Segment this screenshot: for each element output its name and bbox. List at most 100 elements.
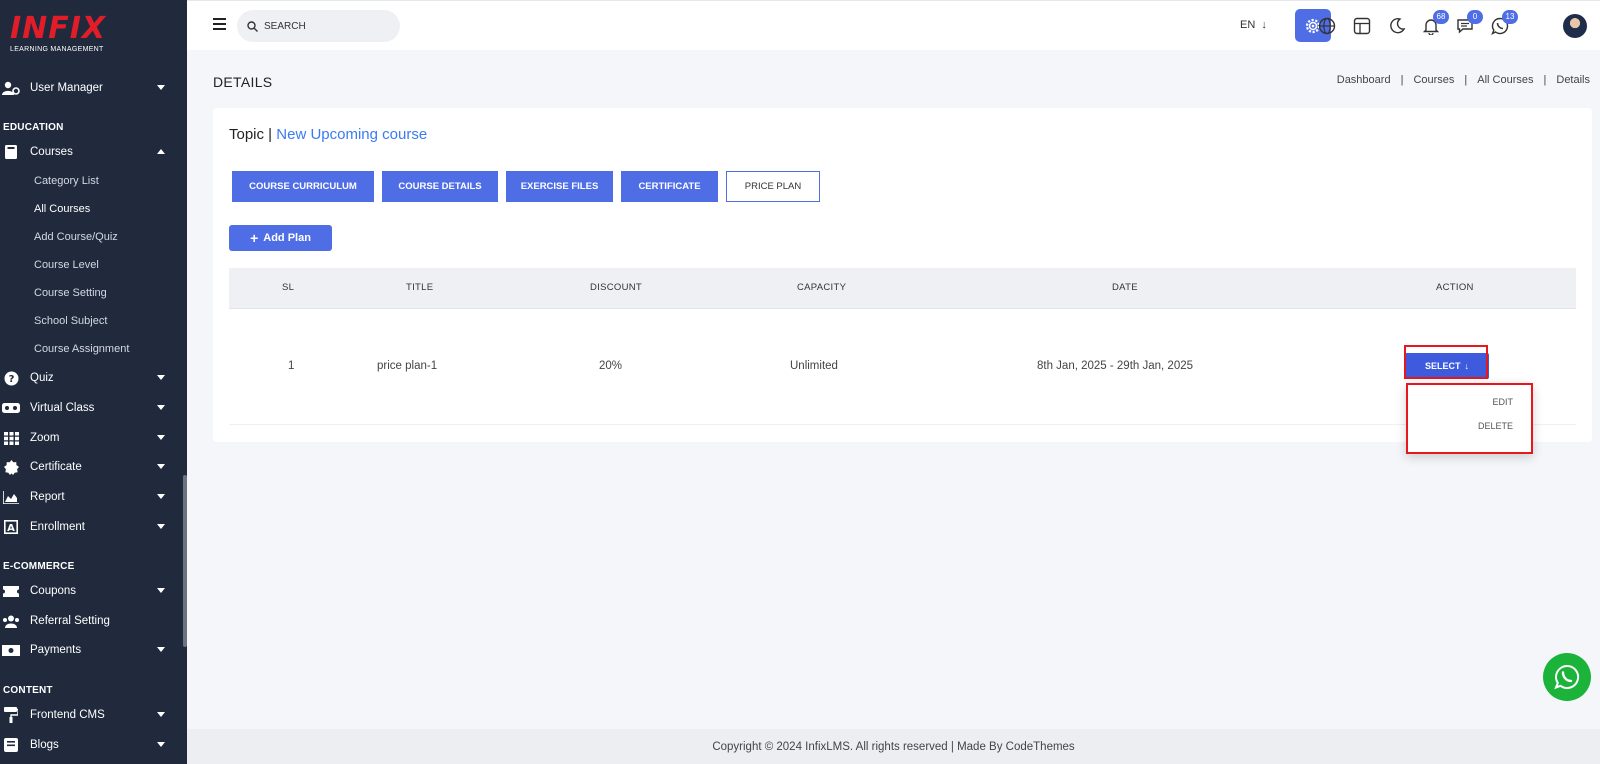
chevron-down-icon [157,435,165,440]
money-bill-icon [2,642,20,658]
select-highlight [1404,345,1488,379]
sidebar-scrollbar[interactable] [183,475,187,647]
sidebar-subitem-school-subject[interactable]: School Subject [34,315,107,327]
chevron-down-icon [157,712,165,717]
sidebar-item-label: Virtual Class [30,402,95,414]
globe-icon [1318,17,1336,35]
language-selector[interactable]: EN ↓ [1240,19,1267,31]
column-header-title[interactable]: TITLE [406,282,433,293]
sidebar-item-label: Quiz [30,372,54,384]
chevron-down-icon [157,375,165,380]
messages-button[interactable]: 0 [1455,10,1483,36]
user-gear-icon [2,80,20,96]
sidebar-item-label: Certificate [30,461,82,473]
menu-item-edit[interactable]: EDIT [1492,397,1513,407]
language-label: EN [1240,19,1256,31]
sidebar-subitem-add-course-quiz[interactable]: Add Course/Quiz [34,231,118,243]
breadcrumb-dashboard[interactable]: Dashboard [1337,74,1391,86]
dark-mode-button[interactable] [1387,16,1407,36]
globe-button[interactable] [1317,16,1337,36]
footer-copyright: Copyright © 2024 InfixLMS. All rights re… [712,740,1075,753]
sidebar-item-label: Payments [30,644,82,656]
sidebar-item-user-manager[interactable]: User Manager [0,74,183,102]
breadcrumb-separator: | [1543,74,1547,86]
chevron-down-icon [157,405,165,410]
tab-course-curriculum[interactable]: COURSE CURRICULUM [232,171,374,202]
sidebar-item-label: Blogs [30,739,59,751]
row-divider [229,424,1576,425]
ticket-icon [2,583,20,599]
tab-certificate[interactable]: CERTIFICATE [621,171,718,202]
sidebar-item-label: Coupons [30,585,77,597]
chevron-down-icon [157,494,165,499]
sidebar-item-coupons[interactable]: Coupons [0,577,183,605]
tab-exercise-files[interactable]: EXERCISE FILES [506,171,613,202]
avatar[interactable] [1563,14,1587,38]
tab-price-plan[interactable]: PRICE PLAN [726,171,820,202]
tab-course-details[interactable]: COURSE DETAILS [382,171,498,202]
sidebar-item-report[interactable]: Report [0,483,183,511]
chevron-down-icon [157,588,165,593]
sidebar-item-enrollment[interactable]: A Enrollment [0,513,183,541]
sidebar-subitem-course-assignment[interactable]: Course Assignment [34,343,129,355]
chevron-down-icon [157,85,165,90]
page-title: DETAILS [213,74,273,90]
breadcrumb-all-courses[interactable]: All Courses [1477,74,1533,86]
book-icon [2,144,20,160]
breadcrumb-courses[interactable]: Courses [1413,74,1454,86]
logo-text: INFIX [10,11,107,46]
sidebar-item-quiz[interactable]: ? Quiz [0,364,183,392]
sidebar-item-zoom[interactable]: Zoom [0,424,183,452]
chevron-up-icon [157,149,165,154]
sidebar-subitem-all-courses[interactable]: All Courses [34,203,90,215]
cell-capacity: Unlimited [790,360,838,372]
column-header-discount[interactable]: DISCOUNT [590,282,642,293]
sidebar-item-label: Enrollment [30,521,85,533]
column-header-date[interactable]: DATE [1112,282,1138,293]
breadcrumb: Dashboard | Courses | All Courses | Deta… [1337,74,1590,86]
chevron-down-icon [157,524,165,529]
chevron-down-icon [157,742,165,747]
message-count-badge: 0 [1467,10,1483,24]
question-circle-icon: ? [2,370,20,386]
add-plan-button[interactable]: + Add Plan [229,225,332,251]
cell-date: 8th Jan, 2025 - 29th Jan, 2025 [1037,360,1194,372]
sidebar-item-frontend-cms[interactable]: Frontend CMS [0,701,183,729]
arrow-down-icon: ↓ [1258,19,1267,31]
sidebar-section-education: EDUCATION [3,122,64,133]
blog-icon [2,737,20,753]
whatsapp-top-button[interactable]: 13 [1490,10,1518,36]
search-input[interactable] [264,20,384,32]
column-header-capacity[interactable]: CAPACITY [797,282,846,293]
notifications-button[interactable]: 68 [1421,10,1449,36]
sidebar-item-referral-setting[interactable]: Referral Setting [0,607,183,635]
sidebar-item-payments[interactable]: Payments [0,636,183,664]
certificate-badge-icon [2,459,20,475]
topic-course-link[interactable]: New Upcoming course [276,126,427,143]
whatsapp-chat-button[interactable] [1543,653,1591,701]
hamburger-menu-icon[interactable] [213,18,226,33]
layout-button[interactable] [1352,16,1372,36]
sidebar-subitem-course-setting[interactable]: Course Setting [34,287,107,299]
sidebar-subitem-course-level[interactable]: Course Level [34,259,99,271]
menu-item-delete[interactable]: DELETE [1478,421,1513,431]
breadcrumb-separator: | [1464,74,1468,86]
logo-tagline: LEARNING MANAGEMENT [10,46,104,53]
sidebar-item-certificate[interactable]: Certificate [0,453,183,481]
sidebar-item-virtual-class[interactable]: Virtual Class [0,394,183,422]
sidebar: INFIX LEARNING MANAGEMENT User Manager E… [0,0,187,764]
column-header-sl[interactable]: SL [282,282,294,293]
cell-title: price plan-1 [377,360,438,372]
sidebar-item-label: Courses [30,146,73,158]
area-chart-icon [2,489,20,505]
moon-icon [1390,17,1406,34]
sidebar-item-label: Referral Setting [30,615,110,627]
logo[interactable]: INFIX LEARNING MANAGEMENT [10,11,107,54]
sidebar-item-blogs[interactable]: Blogs [0,731,183,759]
sidebar-subitem-category-list[interactable]: Category List [34,175,99,187]
search-box[interactable] [237,10,400,42]
whatsapp-count-badge: 13 [1502,10,1518,24]
sidebar-item-courses[interactable]: Courses [0,138,183,166]
enrollment-icon: A [2,519,20,535]
sidebar-item-label: Frontend CMS [30,709,105,721]
